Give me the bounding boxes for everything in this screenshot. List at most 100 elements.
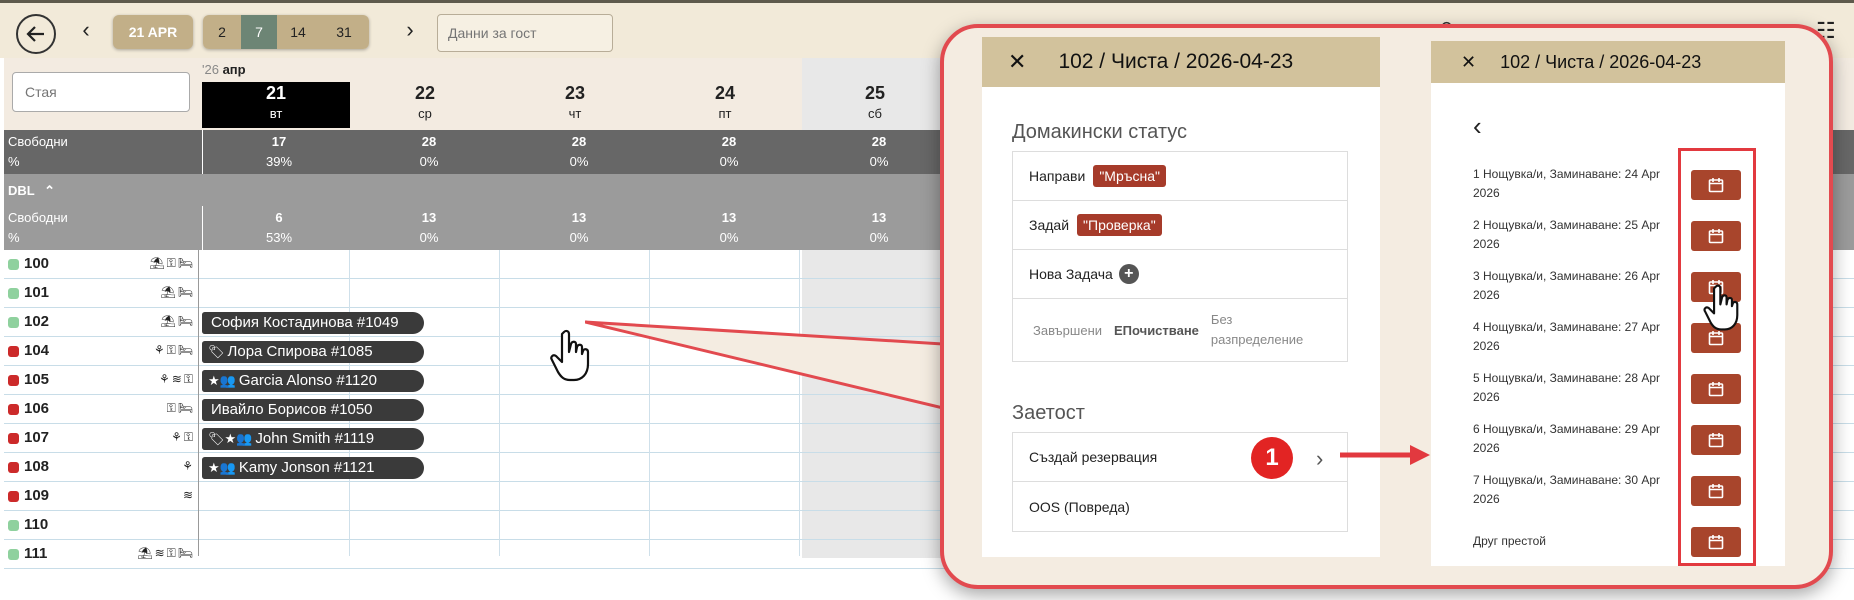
room-feature-icons: ⚘ [182,459,195,473]
create-reservation-row[interactable]: Създай резервация [1013,433,1347,482]
booking-bar[interactable]: София Костадинова #1049 [202,312,424,334]
range-option-31[interactable]: 31 [319,15,369,49]
room-feature-icons: ⚿🛏 [166,401,195,415]
chevron-up-icon[interactable]: ⌃ [44,183,55,198]
pct-label: % [8,154,20,169]
housekeeping-title: Домакински статус [1012,121,1187,143]
room-status-dot [8,404,19,415]
range-selector: 2 7 14 31 [203,15,369,49]
dirty-tag[interactable]: "Мръсна" [1093,165,1166,187]
room-feature-icons: ⛱⚿🛏 [149,256,195,270]
prev-period-button[interactable]: ‹ [74,17,98,43]
close-icon[interactable]: ✕ [1008,49,1026,75]
room-search-input[interactable] [12,72,190,112]
booking-icons: ★👥 [208,460,236,475]
app-window: ‹ 21 APR 2 7 14 31 › ⚲ ☷ '26 апр 21 вт 2… [0,0,1854,600]
stay-option-label: 6 Нощувка/и, Заминаване: 29 Apr 2026 [1473,422,1661,455]
back-button[interactable] [16,14,56,54]
panel-header: ✕ 102 / Чиста / 2026-04-23 [1431,41,1785,83]
free-count: 28 [421,134,437,149]
stay-option-label: 7 Нощувка/и, Заминаване: 30 Apr 2026 [1473,473,1661,506]
free-count: 28 [871,134,887,149]
free-label: Свободни [8,210,68,225]
guest-search-input[interactable] [437,14,613,52]
occupancy-pct: 0% [719,230,739,245]
date-picker-button[interactable]: 21 APR [113,15,193,49]
room-feature-icons: ⚘≋⚿ [159,372,195,386]
room-number[interactable]: 109 [24,487,49,504]
day-number: 23 [564,83,586,103]
day-number: 25 [864,83,886,103]
room-number[interactable]: 101 [24,284,49,301]
day-header-21[interactable]: 21 вт [202,82,350,128]
room-number[interactable]: 105 [24,371,49,388]
chevron-right-icon[interactable]: › [1316,446,1323,472]
day-name: пт [718,106,732,121]
room-number[interactable]: 107 [24,429,49,446]
occupancy-pct: 0% [419,230,439,245]
free-label: Свободни [8,134,68,149]
inspect-tag[interactable]: "Проверка" [1077,214,1162,236]
make-status-row[interactable]: Направи "Мръсна" [1013,152,1347,201]
range-option-7[interactable]: 7 [241,15,277,49]
oos-row[interactable]: OOS (Повреда) [1013,482,1347,531]
day-header-24[interactable]: 24 пт [650,82,800,128]
task-filters: Завършени ЕПочистване Без разпределение [1013,299,1347,361]
arrow-left-icon [26,26,44,42]
room-status-dot [8,288,19,299]
room-feature-icons: ⚘⚿🛏 [153,343,195,357]
back-chevron-icon[interactable]: ‹ [1473,111,1482,142]
day-header-25[interactable]: 25 сб [800,82,950,128]
stay-option-label: 4 Нощувка/и, Заминаване: 27 Apr 2026 [1473,320,1661,353]
pct-label: % [8,230,20,245]
room-number[interactable]: 110 [24,516,48,533]
booking-label: София Костадинова #1049 [211,314,399,331]
new-task-row[interactable]: Нова Задача + [1013,250,1347,299]
room-status-dot [8,491,19,502]
room-number[interactable]: 102 [24,313,49,330]
stay-length-panel: ✕ 102 / Чиста / 2026-04-23 ‹ 1 Нощувка/и… [1431,41,1785,566]
day-number: 22 [414,83,436,103]
range-option-14[interactable]: 14 [277,15,319,49]
room-feature-icons: ⛱🛏 [160,314,195,328]
divider [202,206,203,250]
booking-bar[interactable]: ★👥 Garcia Alonso #1120 [202,370,424,392]
close-icon[interactable]: ✕ [1461,52,1476,73]
booking-icons: 🏷 [208,344,225,359]
room-number[interactable]: 106 [24,400,49,417]
month-label: '26 апр [202,62,246,77]
day-header-23[interactable]: 23 чт [500,82,650,128]
day-header-22[interactable]: 22 ср [350,82,500,128]
room-number[interactable]: 108 [24,458,49,475]
occupancy-pct: 0% [869,230,889,245]
filter-unassigned[interactable]: Без разпределение [1211,310,1311,350]
next-period-button[interactable]: › [398,17,422,43]
booking-label: Ивайло Борисов #1050 [211,401,373,418]
range-option-2[interactable]: 2 [203,15,241,49]
day-name: ср [418,106,432,121]
assign-status-row[interactable]: Задай "Проверка" [1013,201,1347,250]
occupancy-pct: 0% [869,154,889,169]
free-count: 17 [271,134,287,149]
booking-label: Garcia Alonso #1120 [238,372,377,389]
stay-option-label: 1 Нощувка/и, Заминаване: 24 Apr 2026 [1473,167,1661,200]
occupancy-box: Създай резервация OOS (Повреда) [1012,432,1348,532]
room-status-dot [8,375,19,386]
booking-bar[interactable]: Ивайло Борисов #1050 [202,399,424,421]
room-status-dot [8,549,19,560]
room-number[interactable]: 111 [24,545,47,562]
filter-done[interactable]: Завършени [1033,323,1102,338]
room-number[interactable]: 100 [24,255,49,272]
room-status-panel: ✕ 102 / Чиста / 2026-04-23 Домакински ст… [982,37,1380,557]
assign-label: Задай [1029,217,1070,233]
free-count: 13 [871,210,887,225]
room-feature-icons: ⛱🛏 [160,285,195,299]
make-label: Направи [1029,168,1086,184]
booking-bar[interactable]: ★👥 Kamy Jonson #1121 [202,457,424,479]
plus-icon[interactable]: + [1118,264,1139,284]
filter-cleaning[interactable]: ЕПочистване [1114,323,1199,338]
month-name: апр [222,62,246,77]
booking-bar[interactable]: 🏷 Лора Спирова #1085 [202,341,424,363]
booking-bar[interactable]: 🏷★👥 John Smith #1119 [202,428,424,450]
room-number[interactable]: 104 [24,342,49,359]
